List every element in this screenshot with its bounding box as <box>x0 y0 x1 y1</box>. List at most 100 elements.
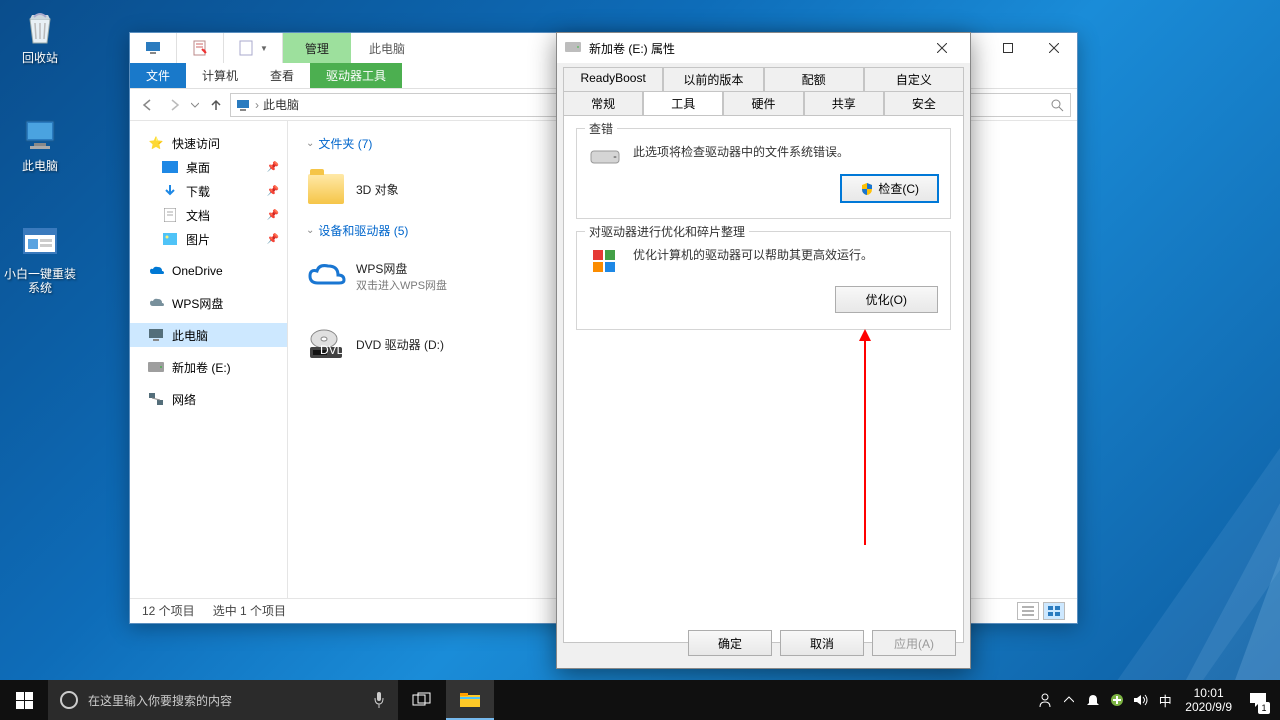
svg-text:DVD: DVD <box>320 343 346 357</box>
pin-icon: 📌 <box>267 234 279 245</box>
tab-sharing[interactable]: 共享 <box>804 91 884 115</box>
ribbon-tab-file[interactable]: 文件 <box>130 63 186 88</box>
qat-item[interactable] <box>177 33 224 63</box>
computer-icon <box>19 114 61 156</box>
dialog-close-button[interactable] <box>922 33 962 63</box>
drive-small-icon <box>565 42 581 54</box>
dialog-tabs: ReadyBoost 以前的版本 配额 自定义 常规 工具 硬件 共享 安全 <box>557 63 970 115</box>
nav-drive-e[interactable]: 新加卷 (E:) <box>130 355 287 379</box>
tray-app-icon[interactable] <box>1105 680 1129 720</box>
ribbon-tab-drive-tools[interactable]: 驱动器工具 <box>310 63 402 88</box>
shield-icon <box>860 182 874 196</box>
volume-icon[interactable] <box>1129 680 1153 720</box>
nav-back-button[interactable] <box>136 93 160 117</box>
tab-security[interactable]: 安全 <box>884 91 964 115</box>
device-dvd[interactable]: DVD DVD 驱动器 (D:) <box>306 317 536 371</box>
nav-quick-access[interactable]: ⭐快速访问 <box>130 131 287 155</box>
search-placeholder: 在这里输入你要搜索的内容 <box>88 692 232 709</box>
desktop-icon-reinstall[interactable]: 小白一键重装系统 <box>2 222 78 295</box>
properties-icon <box>191 39 209 57</box>
doc-icon <box>162 207 178 223</box>
dialog-title: 新加卷 (E:) 属性 <box>589 40 675 57</box>
drive-check-icon <box>589 143 621 167</box>
app-icon <box>19 222 61 264</box>
check-button[interactable]: 检查(C) <box>841 175 938 202</box>
cloud-icon <box>148 295 164 311</box>
annotation-arrow <box>864 333 866 545</box>
nav-tree: ⭐快速访问 桌面📌 下载📌 文档📌 图片📌 OneDrive WPS网盘 此电脑… <box>130 121 288 598</box>
defrag-icon <box>589 246 621 278</box>
task-view-button[interactable] <box>398 680 446 720</box>
tab-hardware[interactable]: 硬件 <box>723 91 803 115</box>
nav-onedrive[interactable]: OneDrive <box>130 259 287 283</box>
ime-indicator[interactable]: 中 <box>1153 680 1177 720</box>
taskbar-app-explorer[interactable] <box>446 680 494 720</box>
status-item-count: 12 个项目 <box>142 602 195 619</box>
pc-icon <box>148 327 164 343</box>
group-label: 对驱动器进行优化和碎片整理 <box>585 223 749 240</box>
action-center-button[interactable]: 1 <box>1240 680 1276 720</box>
chevron-down-icon: ▼ <box>260 44 268 53</box>
tray-notification-icon[interactable] <box>1081 680 1105 720</box>
close-button[interactable] <box>1031 33 1077 63</box>
nav-forward-button[interactable] <box>162 93 186 117</box>
cloud-outline-icon <box>306 256 346 296</box>
qat-item[interactable]: ▼ <box>224 33 283 63</box>
folder-icon <box>306 169 346 209</box>
breadcrumb[interactable]: 此电脑 <box>263 96 299 113</box>
taskbar-clock[interactable]: 10:01 2020/9/9 <box>1177 686 1240 714</box>
properties-dialog: 新加卷 (E:) 属性 ReadyBoost 以前的版本 配额 自定义 常规 工… <box>556 32 971 669</box>
tab-custom[interactable]: 自定义 <box>864 67 964 91</box>
nav-pictures[interactable]: 图片📌 <box>130 227 287 251</box>
download-icon <box>162 183 178 199</box>
desktop: 回收站 此电脑 小白一键重装系统 ▼ <box>0 0 1280 680</box>
new-folder-icon <box>238 39 256 57</box>
ok-button[interactable]: 确定 <box>688 630 772 656</box>
nav-recent-button[interactable] <box>188 93 202 117</box>
group-label: 查错 <box>585 120 617 137</box>
dvd-drive-icon: DVD <box>306 324 346 364</box>
context-tab-manage[interactable]: 管理 <box>283 33 351 63</box>
people-icon[interactable] <box>1033 680 1057 720</box>
maximize-button[interactable] <box>985 33 1031 63</box>
pc-small-icon <box>235 97 251 113</box>
chevron-down-icon: ⌄ <box>306 138 314 149</box>
pin-icon: 📌 <box>267 210 279 221</box>
optimize-button[interactable]: 优化(O) <box>835 286 938 313</box>
nav-network[interactable]: 网络 <box>130 387 287 411</box>
tab-readyboost[interactable]: ReadyBoost <box>563 67 663 91</box>
desktop-icon-this-pc[interactable]: 此电脑 <box>2 114 78 173</box>
quick-access-toolbar <box>130 33 177 63</box>
taskbar-search[interactable]: 在这里输入你要搜索的内容 <box>48 680 398 720</box>
nav-up-button[interactable] <box>204 93 228 117</box>
cancel-button[interactable]: 取消 <box>780 630 864 656</box>
dialog-button-row: 确定 取消 应用(A) <box>688 630 956 656</box>
folder-3d-objects[interactable]: 3D 对象 <box>306 162 536 216</box>
tab-previous-versions[interactable]: 以前的版本 <box>663 67 763 91</box>
nav-wps[interactable]: WPS网盘 <box>130 291 287 315</box>
tray-overflow-button[interactable] <box>1057 680 1081 720</box>
taskbar: 在这里输入你要搜索的内容 中 10:01 2020/9/9 1 <box>0 680 1280 720</box>
tab-panel-tools: 查错 此选项将检查驱动器中的文件系统错误。 检查(C) 对驱动器进行优化和碎片整… <box>563 115 964 643</box>
desktop-icon <box>162 159 178 175</box>
ribbon-tab-view[interactable]: 查看 <box>254 63 310 88</box>
tab-quota[interactable]: 配额 <box>764 67 864 91</box>
tab-tools[interactable]: 工具 <box>643 91 723 115</box>
group-error-checking: 查错 此选项将检查驱动器中的文件系统错误。 检查(C) <box>576 128 951 219</box>
device-wps[interactable]: WPS网盘双击进入WPS网盘 <box>306 249 536 303</box>
apply-button[interactable]: 应用(A) <box>872 630 956 656</box>
recycle-bin-icon <box>19 6 61 48</box>
view-tiles-button[interactable] <box>1043 602 1065 620</box>
network-icon <box>148 391 164 407</box>
desktop-icon-recycle-bin[interactable]: 回收站 <box>2 6 78 65</box>
ribbon-tab-computer[interactable]: 计算机 <box>186 63 254 88</box>
windows-logo-icon <box>16 692 33 709</box>
nav-documents[interactable]: 文档📌 <box>130 203 287 227</box>
nav-downloads[interactable]: 下载📌 <box>130 179 287 203</box>
mic-icon[interactable] <box>372 691 386 709</box>
tab-general[interactable]: 常规 <box>563 91 643 115</box>
nav-this-pc[interactable]: 此电脑 <box>130 323 287 347</box>
view-details-button[interactable] <box>1017 602 1039 620</box>
start-button[interactable] <box>0 680 48 720</box>
nav-desktop[interactable]: 桌面📌 <box>130 155 287 179</box>
